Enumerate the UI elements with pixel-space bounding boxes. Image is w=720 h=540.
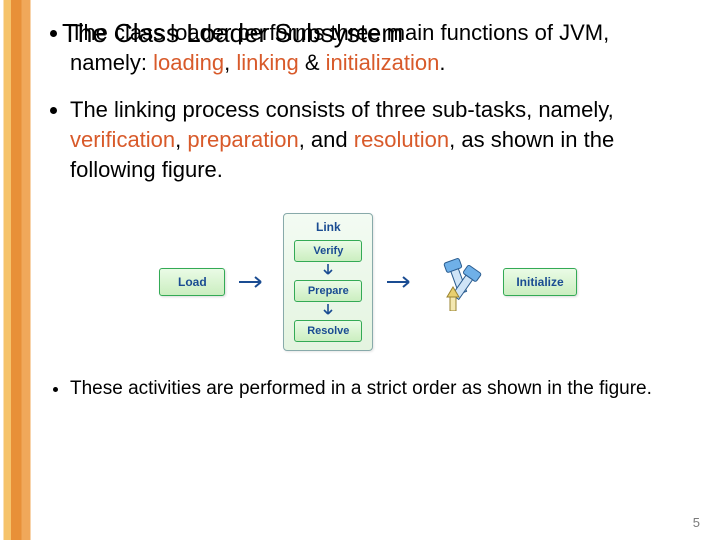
classloader-figure: Load Link Verify Prepare Resolve xyxy=(158,202,578,362)
arrow-icon xyxy=(387,275,417,289)
text-run: , and xyxy=(299,127,354,152)
arrow-down-icon xyxy=(322,306,334,316)
verify-box: Verify xyxy=(294,240,362,262)
slide-title: The Class Loader Subsystem xyxy=(62,18,403,49)
bolts-icon xyxy=(431,253,489,311)
page-number: 5 xyxy=(693,515,700,530)
load-box: Load xyxy=(159,268,225,296)
text-run: initialization xyxy=(326,50,440,75)
link-label: Link xyxy=(316,220,341,234)
decorative-sidebar xyxy=(0,0,36,540)
bullet-list-2: These activities are performed in a stri… xyxy=(48,376,688,402)
text-run: resolution xyxy=(354,127,449,152)
text-run: . xyxy=(439,50,445,75)
arrow-down-icon xyxy=(322,266,334,276)
link-box: Link Verify Prepare Resolve xyxy=(283,213,373,351)
text-run: The linking process consists of three su… xyxy=(70,97,614,122)
text-run: loading xyxy=(153,50,224,75)
text-run: , xyxy=(224,50,236,75)
text-run: linking xyxy=(236,50,298,75)
text-run: preparation xyxy=(187,127,298,152)
prepare-box: Prepare xyxy=(294,280,362,302)
arrow-icon xyxy=(239,275,269,289)
bullet-item: The linking process consists of three su… xyxy=(70,95,688,184)
text-run: & xyxy=(299,50,326,75)
text-run: , xyxy=(175,127,187,152)
initialize-box: Initialize xyxy=(503,268,576,296)
text-run: These activities are performed in a stri… xyxy=(70,378,652,399)
text-run: verification xyxy=(70,127,175,152)
resolve-box: Resolve xyxy=(294,320,362,342)
slide-content: The Class Loader Subsystem The class loa… xyxy=(48,18,688,420)
bullet-item: These activities are performed in a stri… xyxy=(70,376,688,402)
